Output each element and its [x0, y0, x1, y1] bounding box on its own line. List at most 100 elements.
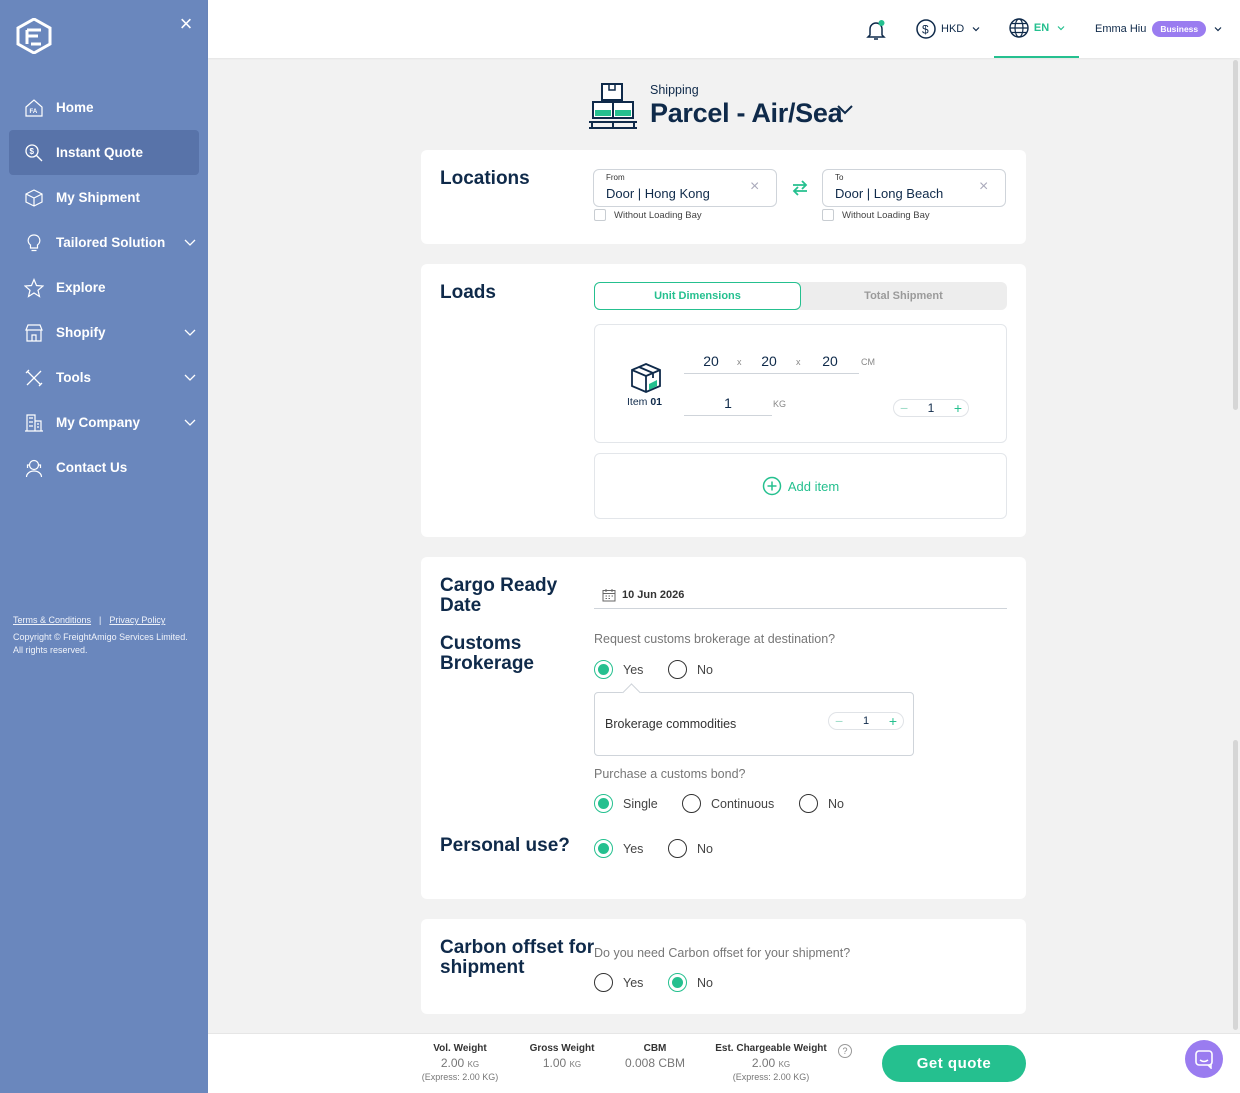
increment-button[interactable]: + [954, 401, 962, 415]
bond-continuous-radio[interactable]: Continuous [682, 794, 774, 813]
currency-selector[interactable]: $ HKD [915, 17, 980, 41]
clear-icon[interactable]: × [979, 179, 993, 195]
help-icon[interactable]: ? [838, 1044, 852, 1058]
scrollbar[interactable] [1233, 60, 1238, 410]
sidebar-item-tools[interactable]: Tools [9, 355, 199, 400]
to-loading-bay-checkbox[interactable]: Without Loading Bay [822, 209, 930, 221]
from-location-field[interactable]: From Door | Hong Kong × [593, 169, 777, 207]
from-loading-bay-checkbox[interactable]: Without Loading Bay [594, 209, 702, 221]
sidebar-item-home[interactable]: FA Home [9, 85, 199, 130]
checkbox-label: Without Loading Bay [614, 209, 702, 221]
sidebar-item-explore[interactable]: Explore [9, 265, 199, 310]
user-menu[interactable]: Emma Hiu Business [1095, 17, 1222, 41]
radio-label: No [828, 796, 844, 811]
swap-icon[interactable] [790, 178, 810, 198]
gross-weight-stat: Gross Weight 1.00 KG [522, 1043, 602, 1070]
personal-yes-radio[interactable]: Yes [594, 839, 643, 858]
sidebar-item-instant-quote[interactable]: $ Instant Quote [9, 130, 199, 175]
tab-total-shipment[interactable]: Total Shipment [800, 282, 1007, 310]
terms-link[interactable]: Terms & Conditions [13, 615, 91, 625]
get-quote-button[interactable]: Get quote [882, 1045, 1026, 1082]
radio-circle[interactable] [682, 794, 701, 813]
sidebar-item-label: Tools [56, 370, 91, 385]
length-input[interactable]: 20 [693, 353, 729, 369]
increment-button[interactable]: + [889, 714, 897, 728]
chat-launcher-button[interactable] [1185, 1040, 1223, 1078]
brokerage-commodities-label: Brokerage commodities [605, 717, 737, 731]
sidebar-item-tailored-solution[interactable]: Tailored Solution [9, 220, 199, 265]
chevron-down-icon[interactable] [183, 370, 197, 384]
sidebar-item-label: Explore [56, 280, 106, 295]
loads-mode-toggle: Total Shipment Unit Dimensions [594, 282, 1007, 310]
language-selector[interactable]: EN [994, 0, 1079, 58]
checkbox-box[interactable] [594, 209, 606, 221]
home-icon: FA [24, 98, 44, 118]
carbon-yes-radio[interactable]: Yes [594, 973, 643, 992]
bell-icon[interactable] [864, 18, 888, 42]
chevron-down-icon[interactable] [183, 235, 197, 249]
radio-circle[interactable] [594, 794, 613, 813]
mode-title: Parcel - Air/Sea [650, 98, 843, 128]
sidebar-item-label: My Shipment [56, 190, 141, 205]
shipping-mode-selector[interactable]: Shipping Parcel - Air/Sea [588, 80, 868, 132]
sidebar-item-contact-us[interactable]: Contact Us [9, 445, 199, 490]
customs-yes-radio[interactable]: Yes [594, 660, 643, 679]
quantity-value[interactable]: 1 [928, 401, 935, 415]
radio-circle[interactable] [668, 660, 687, 679]
customs-question: Request customs brokerage at destination… [594, 632, 836, 646]
chevron-down-icon[interactable] [183, 415, 197, 429]
close-sidebar-icon[interactable]: × [176, 13, 196, 35]
radio-circle[interactable] [668, 973, 687, 992]
sidebar-item-shopify[interactable]: Shopify [9, 310, 199, 355]
bond-single-radio[interactable]: Single [594, 794, 658, 813]
stat-value: 2.00 KG [440, 1056, 480, 1070]
scrollbar[interactable] [1233, 740, 1238, 1030]
bond-no-radio[interactable]: No [799, 794, 844, 813]
radio-circle[interactable] [799, 794, 818, 813]
box-icon [631, 363, 661, 393]
decrement-button[interactable]: − [835, 714, 843, 728]
add-item-button[interactable]: Add item [594, 453, 1007, 519]
chevron-down-icon[interactable] [183, 325, 197, 339]
carbon-offset-title: Carbon offset for shipment [440, 937, 595, 978]
svg-text:$: $ [922, 23, 929, 37]
radio-label: Yes [623, 662, 644, 677]
brokerage-count[interactable]: 1 [863, 715, 869, 727]
height-input[interactable]: 20 [812, 353, 848, 369]
bulb-icon [24, 233, 44, 253]
checkbox-box[interactable] [822, 209, 834, 221]
brokerage-commodities-box: Brokerage commodities − 1 + [594, 692, 914, 756]
chevron-down-icon[interactable] [836, 103, 854, 117]
weight-unit: KG [773, 399, 787, 409]
sidebar-item-my-shipment[interactable]: My Shipment [9, 175, 199, 220]
customs-brokerage-title: Customs Brokerage [440, 633, 534, 674]
quote-icon: $ [24, 143, 44, 163]
decrement-button[interactable]: − [900, 401, 908, 415]
carbon-no-radio[interactable]: No [668, 973, 713, 992]
footer-separator: | [99, 615, 102, 625]
personal-no-radio[interactable]: No [668, 839, 713, 858]
to-location-field[interactable]: To Door | Long Beach × [822, 169, 1006, 207]
chevron-down-icon [1057, 26, 1065, 31]
language-code: EN [1033, 22, 1050, 34]
dimension-separator: x [737, 357, 742, 367]
privacy-link[interactable]: Privacy Policy [109, 615, 165, 625]
cargo-ready-date-input[interactable]: 10 Jun 2026 [594, 582, 1007, 609]
clear-icon[interactable]: × [750, 179, 764, 195]
tab-unit-dimensions[interactable]: Unit Dimensions [594, 282, 801, 310]
currency-code: HKD [941, 23, 965, 35]
radio-circle[interactable] [594, 660, 613, 679]
freightamigo-logo[interactable] [16, 18, 52, 54]
radio-circle[interactable] [594, 973, 613, 992]
cargo-ready-date-title: Cargo Ready Date [440, 575, 558, 616]
user-name: Emma Hiu [1095, 23, 1147, 35]
radio-circle[interactable] [668, 839, 687, 858]
customs-no-radio[interactable]: No [668, 660, 713, 679]
width-input[interactable]: 20 [751, 353, 787, 369]
weight-input[interactable]: 1 [710, 395, 746, 411]
stat-value: 2.00 KG [751, 1056, 791, 1070]
radio-circle[interactable] [594, 839, 613, 858]
store-icon [24, 323, 44, 343]
sidebar-nav: FA Home $ Instant Quote My Shipment Tail… [9, 85, 199, 490]
sidebar-item-my-company[interactable]: My Company [9, 400, 199, 445]
